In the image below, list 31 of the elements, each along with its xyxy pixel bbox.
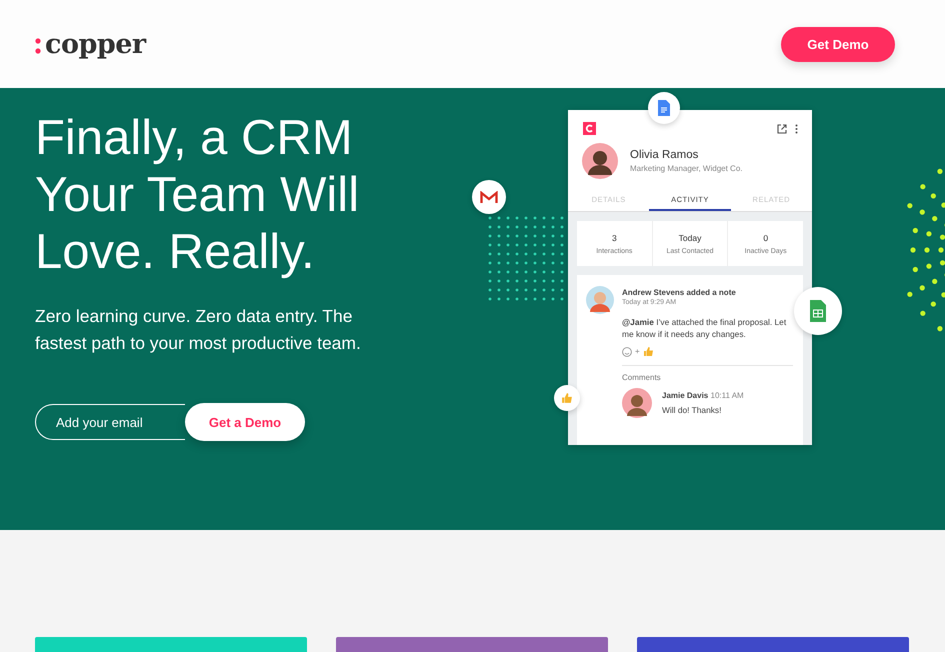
add-reaction-plus[interactable]: +	[635, 347, 640, 356]
note-text: @Jamie I’ve attached the final proposal. Let me know if it needs any changes.	[622, 316, 788, 340]
avatar-icon	[622, 388, 652, 418]
comments-heading: Comments	[622, 373, 662, 382]
emoji-icon[interactable]	[622, 346, 632, 356]
external-link-icon[interactable]	[777, 124, 787, 134]
app-logo-icon	[583, 122, 596, 135]
stat-value: 3	[612, 232, 617, 242]
more-options-icon[interactable]	[795, 124, 798, 134]
document-icon	[658, 100, 670, 116]
contact-name: Olivia Ramos	[630, 149, 700, 161]
logo-wordmark[interactable]: copper	[45, 28, 146, 60]
contact-role: Marketing Manager, Widget Co.	[630, 164, 742, 173]
thumbs-up-icon	[561, 392, 573, 404]
get-a-demo-button[interactable]: Get a Demo	[185, 403, 305, 441]
hero-subtitle: Zero learning curve. Zero data entry. The fastest path to your most productive team.	[35, 305, 362, 355]
spreadsheet-icon	[810, 300, 826, 322]
comment-text: Will do! Thanks!	[662, 405, 722, 415]
mail-icon	[480, 190, 498, 204]
thumbs-up-icon[interactable]	[642, 346, 654, 357]
avatar-icon	[582, 143, 618, 179]
logo-colon-icon	[35, 38, 41, 54]
hero-title: Finally, a CRM Your Team Will Love. Really.	[35, 110, 360, 281]
comment-author: Jamie Davis	[662, 391, 708, 400]
stat-value: 0	[763, 232, 768, 242]
comment-time: 10:11 AM	[710, 391, 744, 400]
note-title: Andrew Stevens added a note	[622, 288, 737, 297]
avatar-icon	[586, 286, 614, 314]
get-demo-button[interactable]: Get Demo	[781, 26, 895, 62]
email-field[interactable]: Add your email	[35, 404, 185, 440]
stat-value: Today	[678, 232, 702, 242]
